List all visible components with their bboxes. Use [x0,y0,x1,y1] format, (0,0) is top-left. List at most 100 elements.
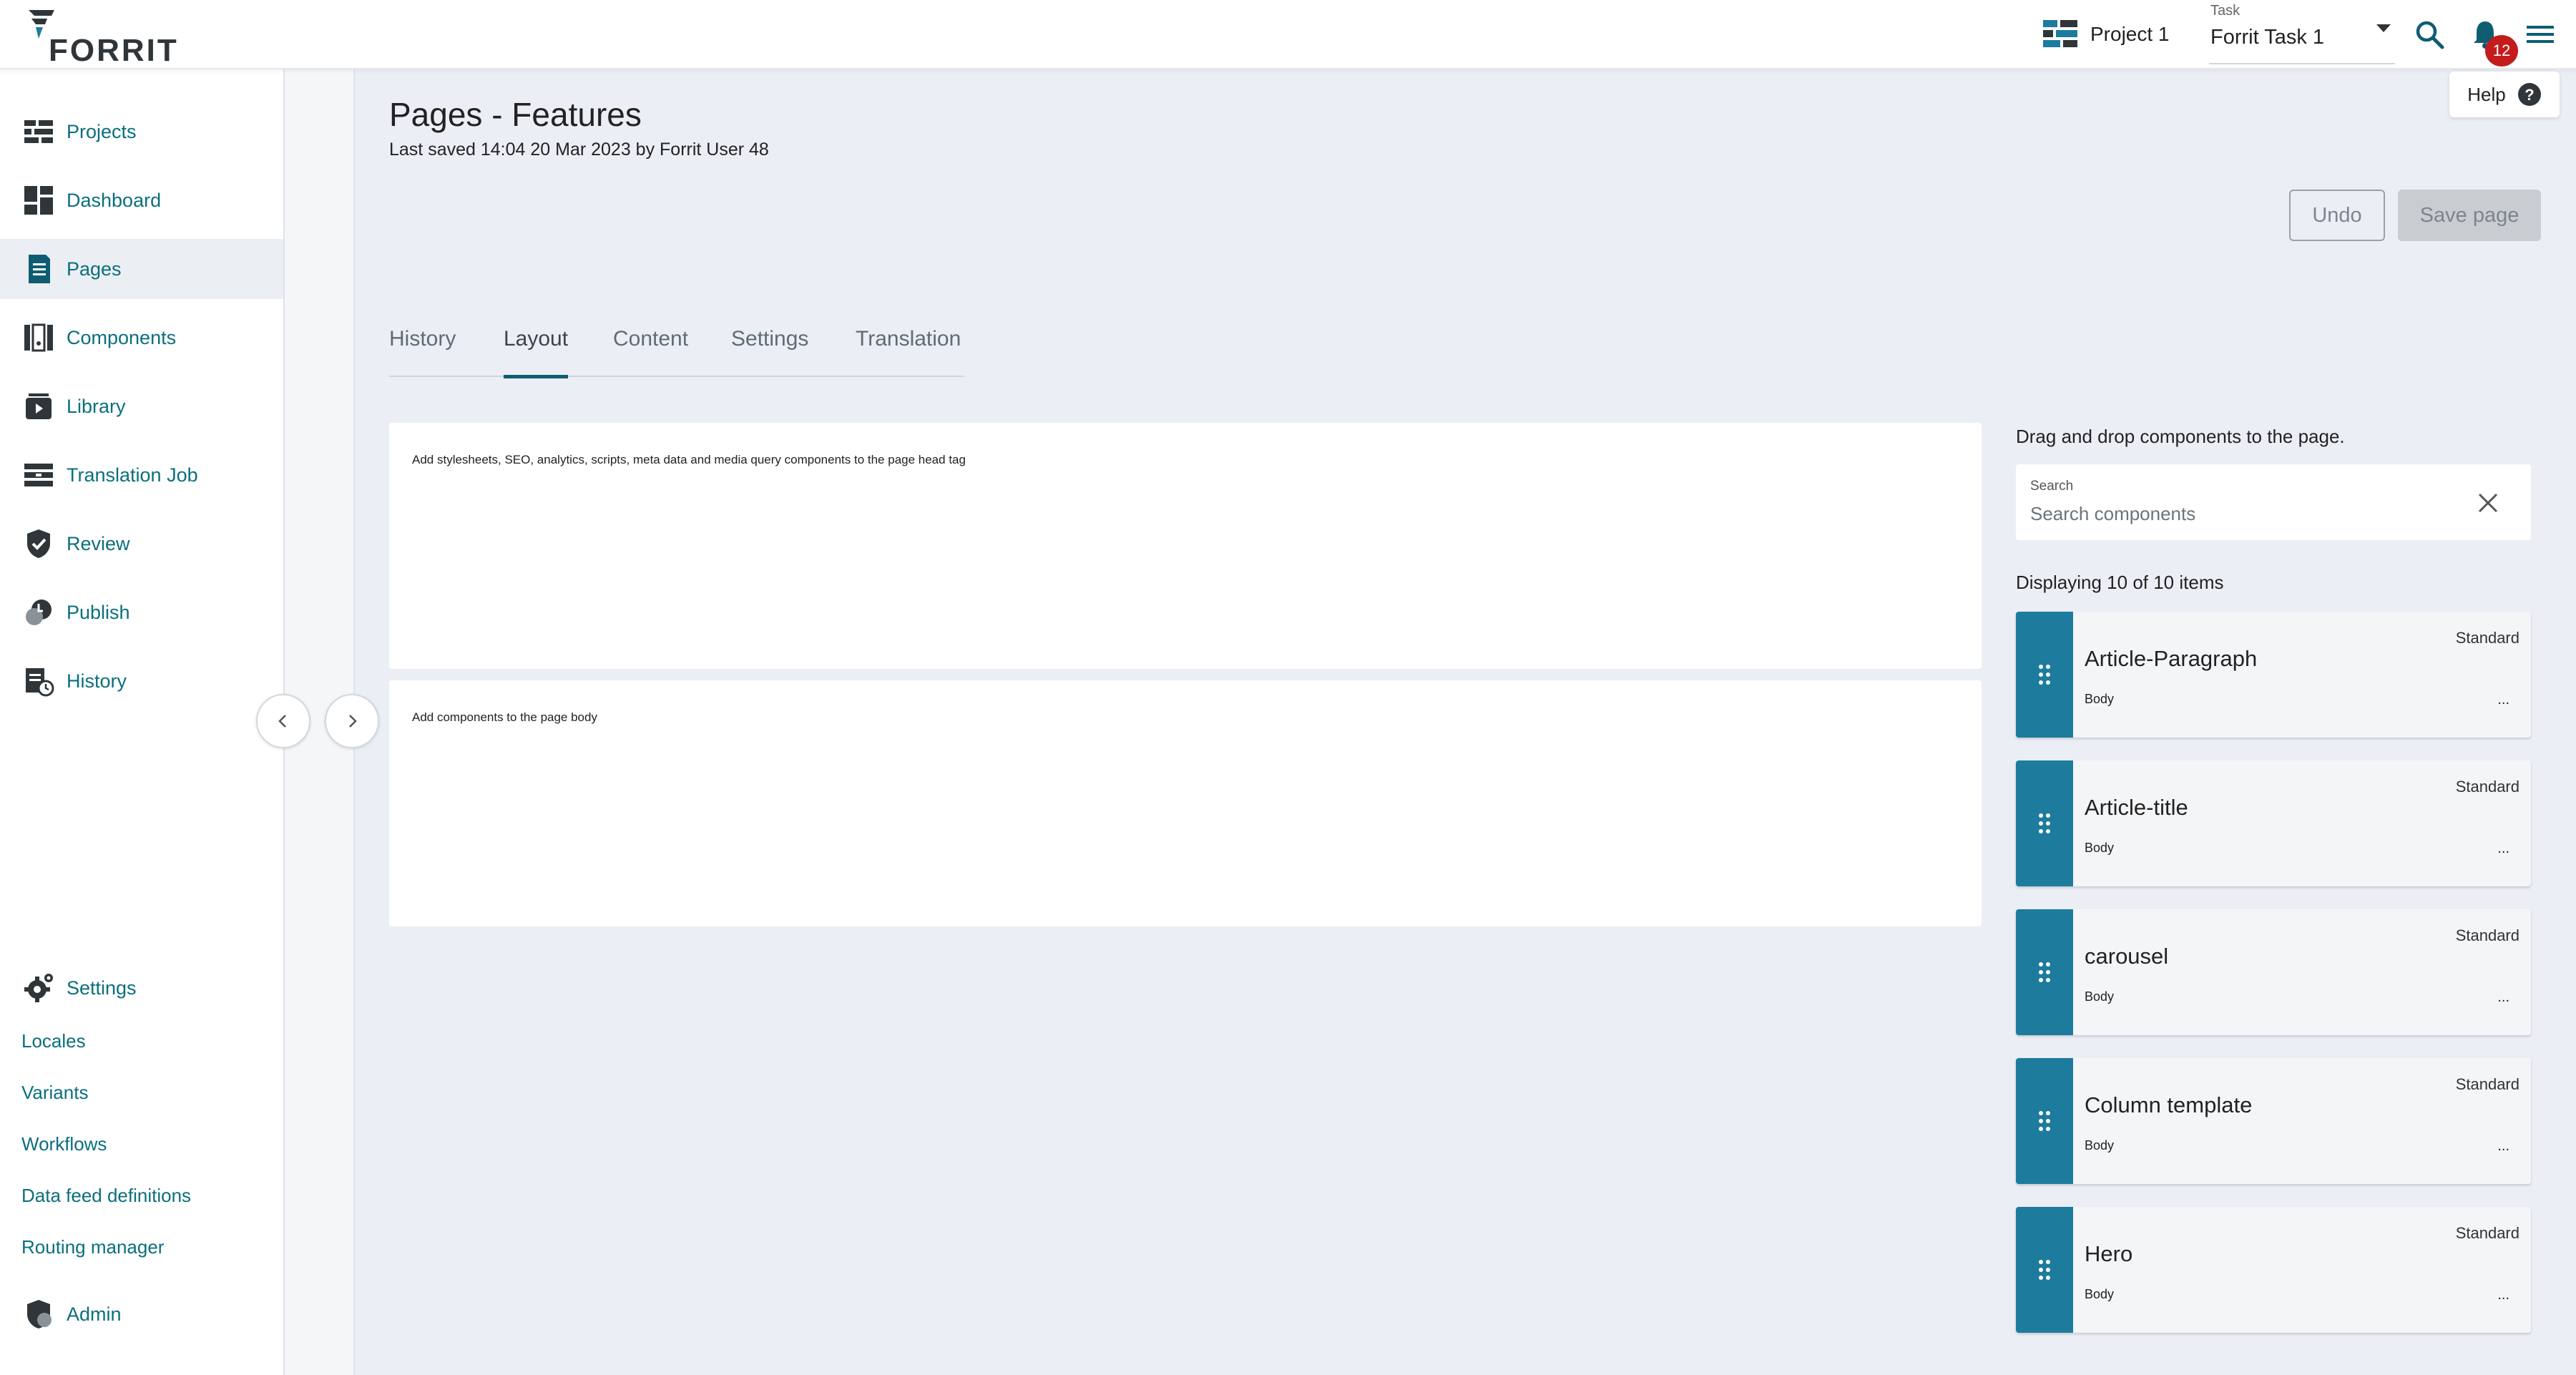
component-more-button[interactable]: ... [2497,841,2509,857]
component-area: Body [2085,989,2115,1004]
tab-translation[interactable]: Translation [856,327,961,377]
pages-icon [29,255,50,283]
main-content: Pages - Features Last saved 14:04 20 Mar… [355,69,2576,1375]
notification-badge[interactable]: 12 [2485,35,2518,67]
dashboard-icon [24,186,53,215]
drag-handle-icon[interactable] [2016,612,2073,738]
sidebar-item-admin[interactable]: Admin [0,1284,283,1344]
component-card[interactable]: Column template Standard Body ... [2016,1058,2531,1184]
components-icon [24,323,53,352]
sidebar-item-history[interactable]: History [0,651,283,711]
component-name: Hero [2085,1241,2133,1266]
last-saved-text: Last saved 14:04 20 Mar 2023 by Forrit U… [389,140,769,160]
sidebar-item-label: Components [67,326,177,348]
help-button[interactable]: Help ? [2449,72,2560,117]
sidebar-link-workflows[interactable]: Workflows [21,1133,107,1155]
sidebar-item-library[interactable]: Library [0,376,283,436]
head-drop-hint: Add stylesheets, SEO, analytics, scripts… [412,453,966,466]
sidebar-link-locales[interactable]: Locales [21,1030,86,1052]
tab-layout[interactable]: Layout [504,327,569,378]
task-value: Forrit Task 1 [2210,26,2325,49]
component-area: Body [2085,692,2115,706]
chevron-right-icon [349,715,357,728]
logo-text: FORRIT [49,33,179,68]
library-icon [26,393,52,419]
tab-content[interactable]: Content [613,327,688,377]
search-input[interactable] [2030,500,2459,527]
review-icon [27,529,50,558]
sidebar-item-projects[interactable]: Projects [0,102,283,162]
tab-settings[interactable]: Settings [731,327,808,377]
drag-handle-icon[interactable] [2016,909,2073,1035]
display-count: Displaying 10 of 10 items [2016,572,2224,593]
sidebar-item-publish[interactable]: Publish [0,582,283,642]
component-card[interactable]: Hero Standard Body ... [2016,1207,2531,1333]
sidebar-link-variants[interactable]: Variants [21,1082,88,1104]
page-title: Pages - Features [389,96,642,133]
close-icon[interactable] [2474,489,2502,517]
component-tag: Standard [2455,778,2519,796]
body-drop-hint: Add components to the page body [412,710,597,724]
components-panel-title: Drag and drop components to the page. [2016,426,2345,447]
component-tag: Standard [2455,1224,2519,1242]
undo-button[interactable]: Undo [2289,190,2385,241]
sidebar-link-routing-manager[interactable]: Routing manager [21,1236,164,1258]
expand-panel-button[interactable] [325,694,379,748]
sidebar-item-label: Review [67,532,130,554]
project-icon [2043,20,2077,47]
sidebar-item-components[interactable]: Components [0,308,283,368]
component-more-button[interactable]: ... [2497,1287,2509,1303]
sidebar-item-translation-job[interactable]: Translation Job [0,445,283,505]
forrit-logo[interactable]: FORRIT [26,6,177,68]
gear-icon [24,974,53,1002]
component-card[interactable]: carousel Standard Body ... [2016,909,2531,1035]
projects-icon [24,120,53,143]
component-more-button[interactable]: ... [2497,1138,2509,1155]
search-caption: Search [2030,479,2074,494]
page-body-drop-zone[interactable]: Add components to the page body [389,680,1982,926]
task-caption: Task [2210,3,2240,19]
search-icon[interactable] [2412,17,2447,52]
tab-history[interactable]: History [389,327,456,377]
sidebar-item-label: Publish [67,601,130,623]
help-icon: ? [2517,83,2541,106]
sidebar-item-settings[interactable]: Settings [0,958,283,1018]
sidebar-link-data-feed-definitions[interactable]: Data feed definitions [21,1185,191,1207]
chevron-down-icon [2376,24,2391,32]
component-tag: Standard [2455,1075,2519,1093]
component-name: Column template [2085,1092,2253,1117]
component-area: Body [2085,1287,2115,1301]
drag-handle-icon[interactable] [2016,760,2073,886]
sidebar-item-label: Library [67,395,126,417]
publish-icon [26,600,52,625]
task-select[interactable]: Task Forrit Task 1 [2209,3,2395,64]
component-tag: Standard [2455,926,2519,944]
component-more-button[interactable]: ... [2497,989,2509,1006]
drag-handle-icon[interactable] [2016,1058,2073,1184]
save-page-button[interactable]: Save page [2398,190,2541,241]
sidebar-item-label: Projects [67,120,137,142]
page-head-drop-zone[interactable]: Add stylesheets, SEO, analytics, scripts… [389,423,1982,669]
component-card[interactable]: Article-Paragraph Standard Body ... [2016,612,2531,738]
component-more-button[interactable]: ... [2497,692,2509,708]
sidebar-item-review[interactable]: Review [0,514,283,574]
sidebar-item-label: Dashboard [67,189,162,211]
component-name: Article-title [2085,795,2188,820]
sidebar-item-label: Translation Job [67,464,198,486]
sidebar-item-label: Settings [67,977,137,999]
sidebar-item-dashboard[interactable]: Dashboard [0,170,283,230]
component-area: Body [2085,1138,2115,1153]
component-name: carousel [2085,944,2169,969]
top-bar: FORRIT Project 1 Task Forrit Task 1 12 [0,0,2576,69]
sidebar-item-pages[interactable]: Pages [0,239,283,299]
project-selector[interactable]: Project 1 [2043,19,2170,50]
drag-handle-icon[interactable] [2016,1207,2073,1333]
collapse-sidebar-button[interactable] [256,694,310,748]
component-search: Search [2016,464,2531,540]
sidebar: Projects Dashboard Pages Components Libr… [0,69,285,1375]
component-area: Body [2085,841,2115,855]
component-card[interactable]: Article-title Standard Body ... [2016,760,2531,886]
help-label: Help [2467,83,2506,105]
svg-text:?: ? [2524,86,2534,104]
menu-icon[interactable] [2522,17,2557,52]
